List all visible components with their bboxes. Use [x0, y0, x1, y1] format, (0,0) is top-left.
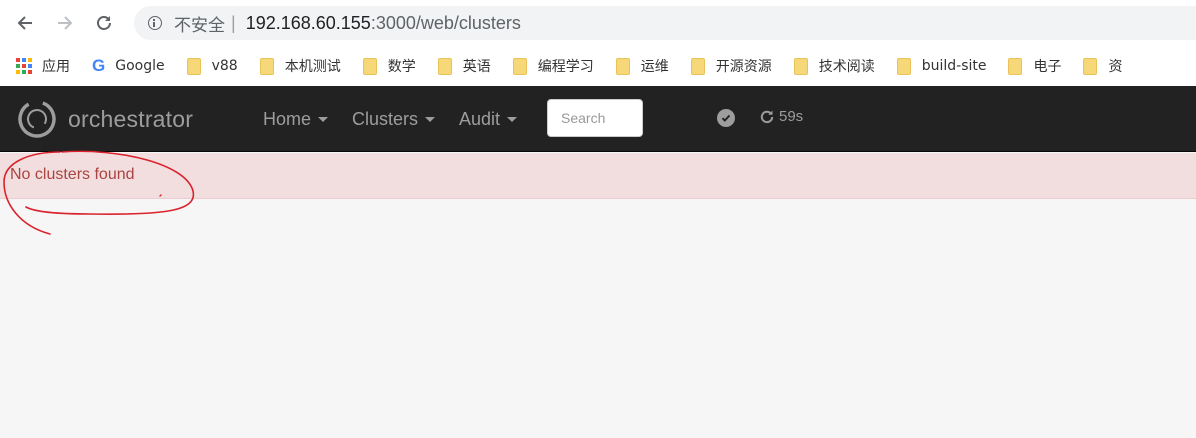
url-separator: | [231, 12, 236, 33]
folder-icon [1083, 57, 1098, 75]
reload-icon [97, 16, 111, 30]
bookmarks-bar: 应用 G Google v88 本机测试 数学 英语 编程学习 运维 开源资源 … [0, 46, 1196, 86]
bookmark-label: 技术阅读 [818, 59, 875, 75]
google-icon: G [92, 56, 106, 75]
nav-clusters-label: Clusters [352, 108, 419, 129]
forward-arrow-icon [58, 16, 73, 30]
bookmark-label: 运维 [640, 59, 669, 75]
url-host[interactable]: 192.168.60.155 [246, 13, 371, 34]
bookmark-folder[interactable]: 数学 [362, 56, 416, 76]
bookmark-label: 数学 [387, 59, 416, 75]
url-path[interactable]: :3000/web/clusters [371, 13, 521, 34]
brand-name: orchestrator [68, 105, 194, 132]
alert-message: No clusters found [10, 166, 135, 183]
nav-home-label: Home [263, 108, 312, 129]
bookmark-label: 英语 [462, 59, 491, 75]
refresh-icon [760, 110, 774, 123]
bookmark-folder[interactable]: 本机测试 [259, 56, 341, 76]
refresh-countdown: 59s [779, 108, 804, 125]
folder-icon [259, 57, 274, 75]
folder-icon [615, 57, 630, 75]
bookmark-apps[interactable]: 应用 [16, 56, 70, 76]
bookmark-label: 本机测试 [284, 59, 341, 75]
bookmark-label: v88 [211, 58, 238, 74]
browser-address-row: 不安全 | 192.168.60.155:3000/web/clusters [0, 0, 1196, 46]
nav-home-dropdown[interactable]: Home [263, 86, 329, 152]
bookmark-label: 资 [1108, 59, 1123, 75]
folder-icon [512, 57, 527, 75]
bookmark-folder[interactable]: 开源资源 [690, 56, 772, 76]
bookmark-folder[interactable]: v88 [186, 57, 238, 75]
checkmark-icon [721, 114, 731, 122]
caret-down-icon [318, 116, 329, 122]
bookmark-folder[interactable]: 英语 [437, 56, 491, 76]
bookmark-label: build-site [921, 58, 987, 74]
reload-button[interactable] [90, 9, 118, 37]
caret-down-icon [425, 116, 436, 122]
brand-link[interactable]: orchestrator [16, 98, 193, 140]
folder-icon [1008, 57, 1023, 75]
apps-icon [16, 58, 32, 74]
check-circle-icon[interactable] [717, 109, 735, 127]
bookmark-google[interactable]: G Google [92, 56, 165, 76]
bookmark-folder[interactable]: build-site [896, 57, 987, 75]
bookmark-label: Google [115, 58, 165, 74]
caret-down-icon [507, 116, 518, 122]
bookmark-label: 电子 [1033, 59, 1062, 75]
info-icon[interactable] [148, 16, 162, 30]
security-label[interactable]: 不安全 [174, 11, 225, 36]
bookmark-folder[interactable]: 电子 [1008, 56, 1061, 76]
app-navbar: orchestrator Home Clusters Audit 59s [0, 86, 1196, 152]
bookmark-folder[interactable]: 运维 [615, 56, 669, 76]
nav-audit-label: Audit [459, 108, 501, 129]
bookmark-label: 应用 [42, 59, 70, 75]
folder-icon [690, 57, 705, 75]
search-input[interactable] [547, 99, 643, 137]
bookmark-label: 开源资源 [715, 59, 772, 75]
back-arrow-icon [17, 16, 32, 30]
auto-refresh-toggle[interactable]: 59s [759, 108, 803, 125]
folder-icon [186, 57, 201, 75]
no-clusters-alert: No clusters found [0, 153, 1196, 199]
bookmark-folder[interactable]: 编程学习 [512, 56, 594, 76]
nav-clusters-dropdown[interactable]: Clusters [352, 86, 436, 152]
omnibox[interactable]: 不安全 | 192.168.60.155:3000/web/clusters [134, 6, 1196, 40]
folder-icon [793, 57, 808, 75]
folder-icon [362, 57, 377, 75]
bookmark-folder[interactable]: 资 [1083, 56, 1122, 76]
bookmark-label: 编程学习 [537, 59, 594, 75]
back-button[interactable] [11, 9, 39, 37]
folder-icon [896, 57, 911, 75]
orchestrator-logo-icon [18, 100, 56, 138]
bookmark-folder[interactable]: 技术阅读 [793, 56, 875, 76]
folder-icon [437, 57, 452, 75]
forward-button[interactable] [51, 9, 79, 37]
nav-audit-dropdown[interactable]: Audit [459, 86, 518, 152]
